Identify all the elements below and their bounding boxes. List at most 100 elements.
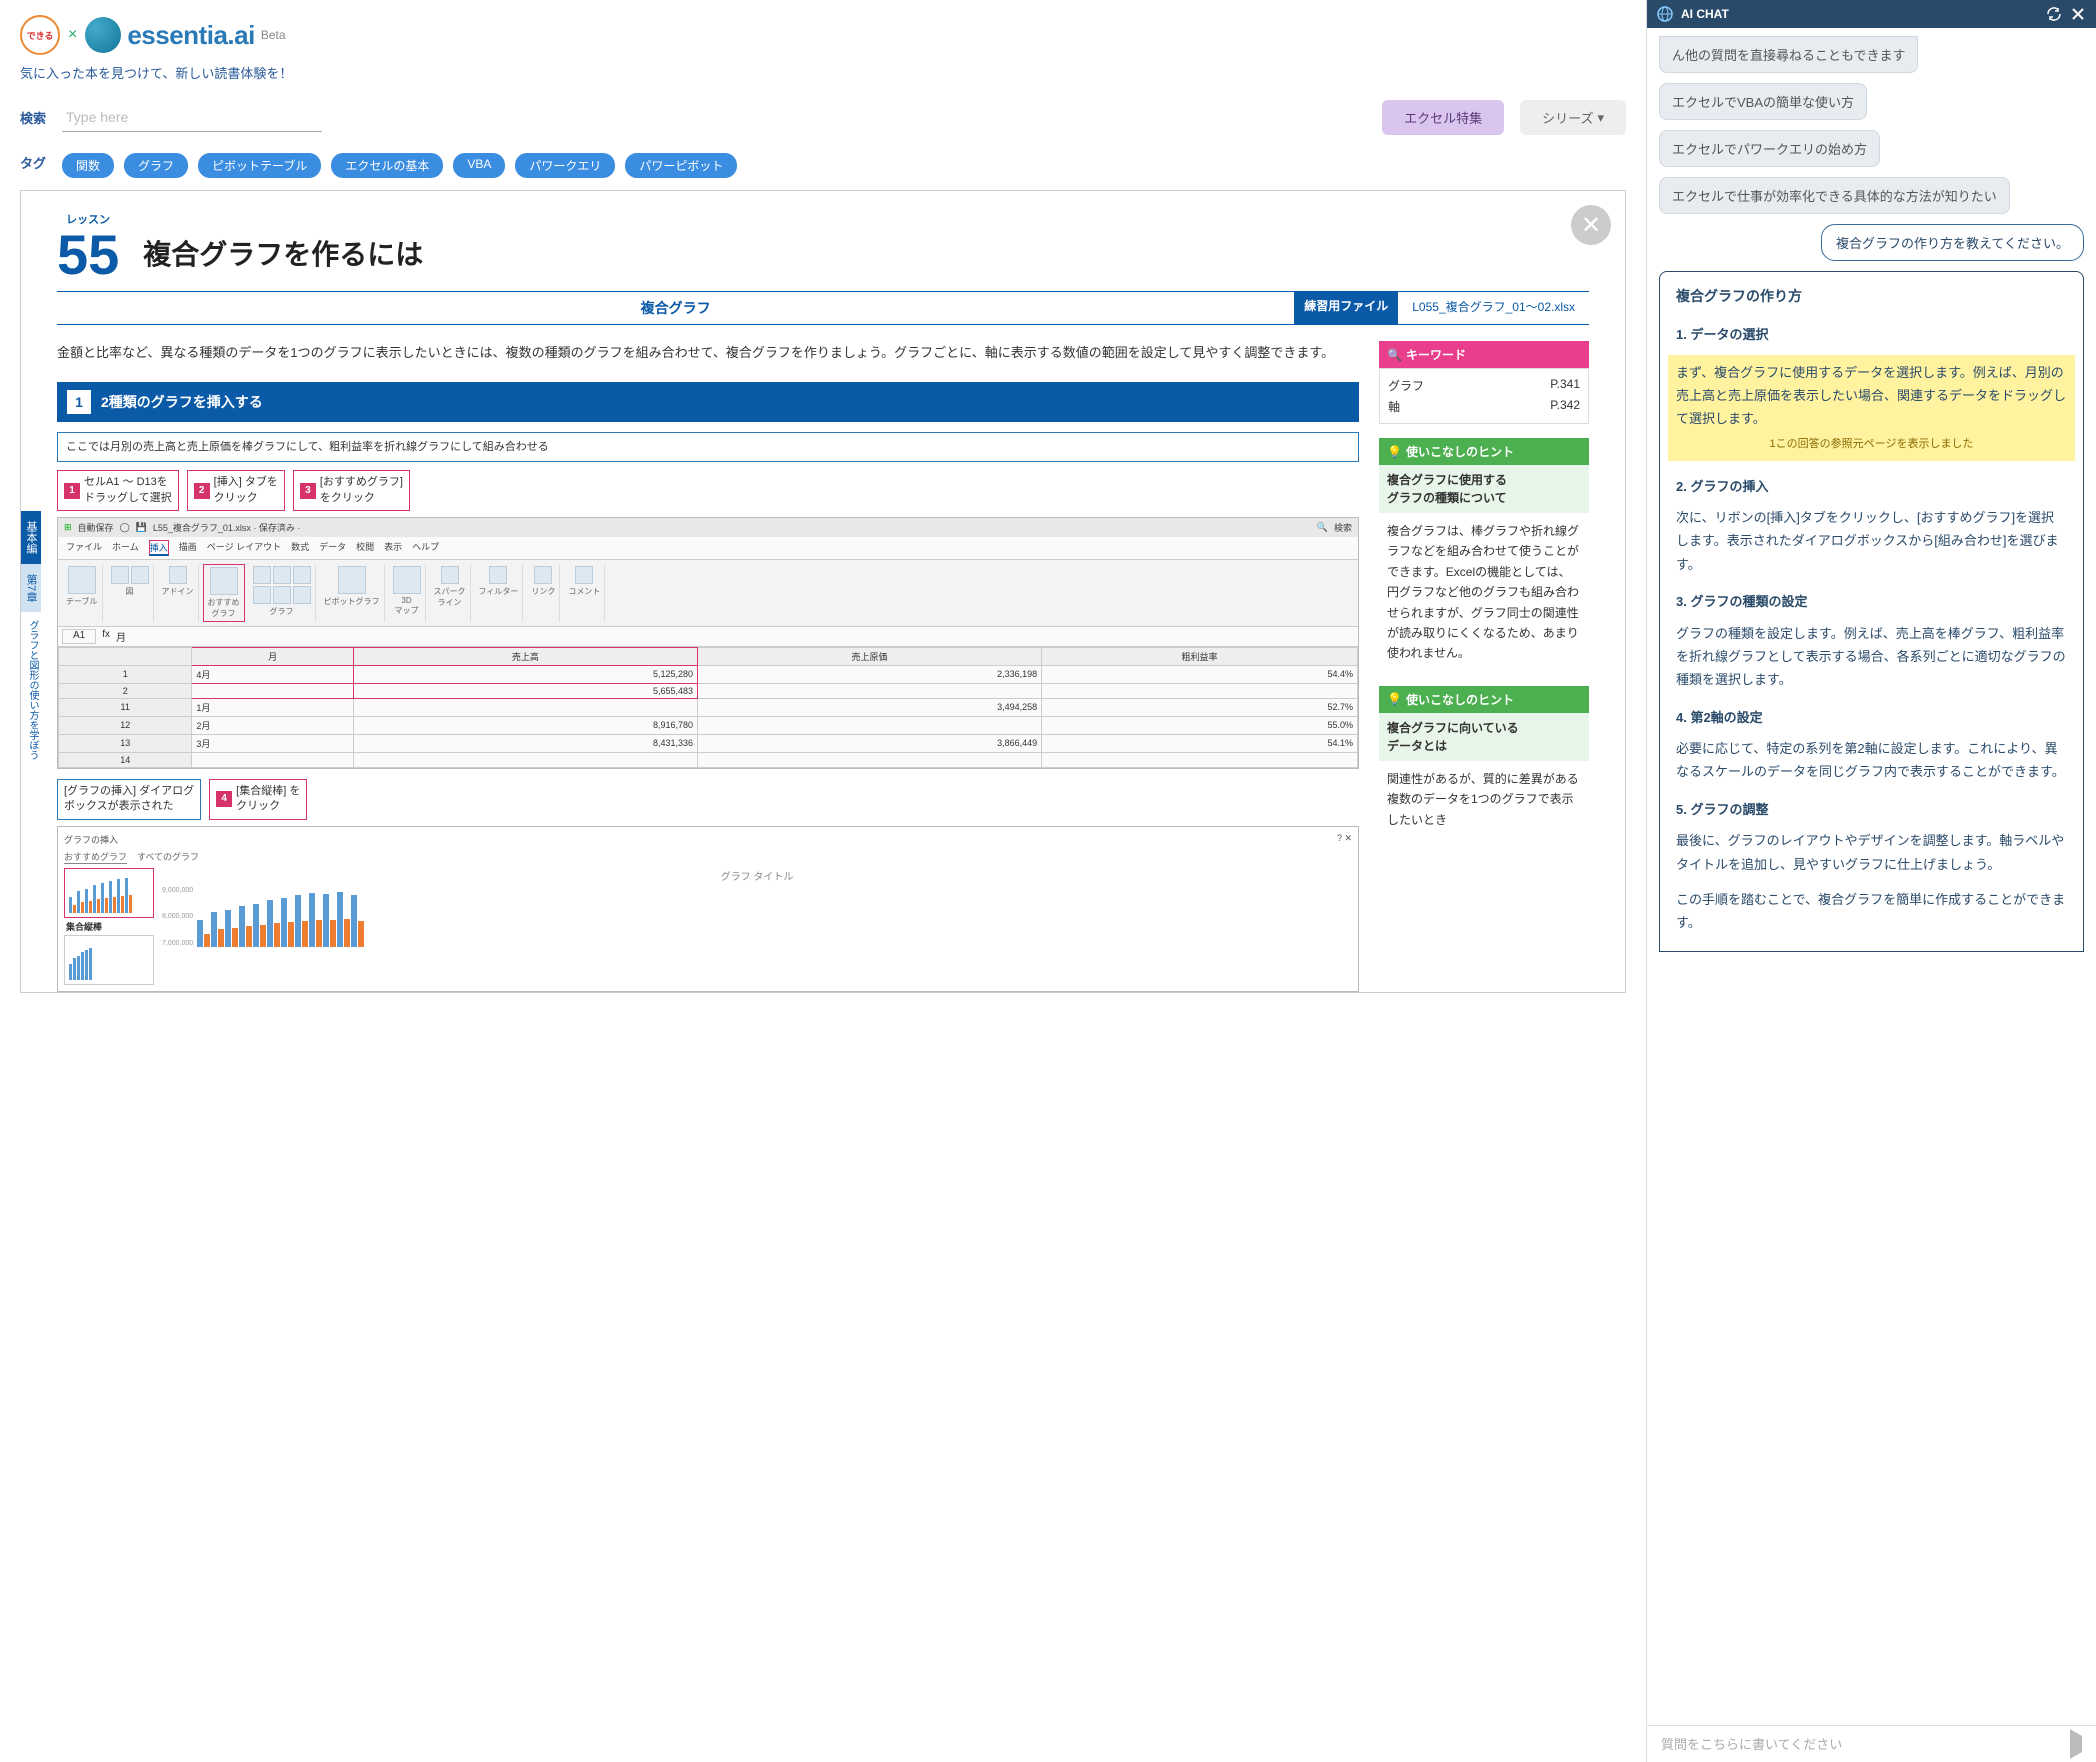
chat-suggestion[interactable]: エクセルで仕事が効率化できる具体的な方法が知りたい — [1659, 177, 2010, 214]
ribbon-tab[interactable]: 描画 — [179, 540, 197, 556]
col-header: 粗利益率 — [1042, 647, 1358, 665]
ribbon-tab[interactable]: 数式 — [291, 540, 309, 556]
essentia-globe-icon — [85, 17, 121, 53]
tag-item[interactable]: ピボットテーブル — [198, 153, 321, 178]
tag-list: 関数 グラフ ピボットテーブル エクセルの基本 VBA パワークエリ パワーピボ… — [62, 153, 737, 178]
action-row: [グラフの挿入] ダイアログ ボックスが表示された 4 [集合縦棒] を クリッ… — [57, 779, 1359, 820]
brand-logo[interactable]: essentia.ai Beta — [85, 17, 285, 53]
ribbon-tab[interactable]: 表示 — [384, 540, 402, 556]
chat-assistant-message: 複合グラフの作り方 1. データの選択 まず、複合グラフに使用するデータを選択し… — [1659, 271, 2084, 952]
dialog-close-icon[interactable]: ? ✕ — [1337, 833, 1352, 846]
lesson-bar: 複合グラフ 練習用ファイル L055_複合グラフ_01～02.xlsx — [57, 291, 1589, 325]
bar-chart-icon[interactable] — [253, 566, 271, 584]
search-input[interactable] — [62, 103, 322, 132]
ribbon-tab-insert[interactable]: 挿入 — [149, 540, 169, 556]
refresh-button[interactable] — [2046, 6, 2062, 22]
comment-icon[interactable] — [575, 566, 593, 584]
table-row: 133月8,431,3363,866,44954.1% — [59, 734, 1358, 752]
action-callout: 1 セルA1 ～ D13を ドラッグして選択 — [57, 470, 179, 511]
ribbon-tab[interactable]: ホーム — [112, 540, 139, 556]
dialog-tab[interactable]: すべてのグラフ — [137, 850, 199, 864]
pie-chart-icon[interactable] — [293, 566, 311, 584]
filter-icon[interactable] — [489, 566, 507, 584]
search-row: 検索 エクセル特集 シリーズ ▾ — [20, 100, 1626, 135]
shapes-icon[interactable] — [131, 566, 149, 584]
intro-paragraph: 金額と比率など、異なる種類のデータを1つのグラフに表示したいときには、複数の種類… — [57, 341, 1359, 366]
addin-icon[interactable] — [169, 566, 187, 584]
scatter-chart-icon[interactable] — [273, 586, 291, 604]
formula-bar: 月 — [116, 629, 126, 644]
action-callout: 4 [集合縦棒] を クリック — [209, 779, 307, 820]
key-icon: 🔍 — [1387, 348, 1402, 362]
hint-body: 複合グラフは、棒グラフや折れ線グラフなどを組み合わせて使うことができます。Exc… — [1379, 513, 1589, 672]
action-text: [集合縦棒] を クリック — [236, 784, 300, 815]
ribbon-tab[interactable]: データ — [319, 540, 346, 556]
ribbon-tab[interactable]: 校閲 — [356, 540, 374, 556]
excel-data-grid: 月 売上高 売上原価 粗利益率 14月5,125,2802,336,19854.… — [58, 647, 1358, 768]
area-chart-icon[interactable] — [253, 586, 271, 604]
step-number: 1 — [67, 390, 91, 414]
chart-preview-title: グラフ タイトル — [162, 868, 1352, 883]
chat-system-message: ん他の質問を直接尋ねることもできます — [1659, 36, 1918, 73]
action-text: [グラフの挿入] ダイアログ ボックスが表示された — [64, 784, 194, 815]
tag-item[interactable]: 関数 — [62, 153, 114, 178]
ribbon-group: 3D マップ — [389, 564, 426, 622]
step-note: ここでは月別の売上高と売上原価を棒グラフにして、粗利益率を折れ線グラフにして組み… — [57, 432, 1359, 463]
tag-item[interactable]: VBA — [453, 153, 505, 178]
practice-file-label: 練習用ファイル — [1294, 291, 1398, 325]
table-row: 14 — [59, 752, 1358, 767]
line-chart-icon[interactable] — [273, 566, 291, 584]
table-row: 25,655,483 — [59, 683, 1358, 698]
ribbon-tab[interactable]: ファイル — [66, 540, 102, 556]
reference-note[interactable]: 1この回答の参照元ページを表示しました — [1676, 435, 2067, 455]
tag-item[interactable]: グラフ — [124, 153, 188, 178]
excel-ribbon-tabs: ファイル ホーム 挿入 描画 ページ レイアウト 数式 データ 校閲 表示 ヘル… — [58, 537, 1358, 560]
chat-body[interactable]: ん他の質問を直接尋ねることもできます エクセルでVBAの簡単な使い方 エクセルで… — [1647, 28, 2096, 1725]
chat-input[interactable] — [1661, 1737, 2070, 1752]
answer-heading: 1. データの選択 — [1676, 323, 2067, 346]
picture-icon[interactable] — [111, 566, 129, 584]
chart-thumbnail[interactable] — [64, 868, 154, 918]
excel-titlebar: ⊞ 自動保存 ◯ 💾 L55_複合グラフ_01.xlsx · 保存済み · 🔍 … — [58, 518, 1358, 537]
step-title: 2種類のグラフを挿入する — [101, 392, 263, 412]
highlighted-block: まず、複合グラフに使用するデータを選択します。例えば、月別の売上高と売上原価を表… — [1668, 355, 2075, 461]
tag-item[interactable]: パワークエリ — [515, 153, 615, 178]
chat-suggestion[interactable]: エクセルでVBAの簡単な使い方 — [1659, 83, 1867, 120]
hint-box: 💡使いこなしのヒント 複合グラフに向いている データとは 関連性があるが、質的に… — [1379, 686, 1589, 838]
action-number: 1 — [64, 483, 80, 499]
map-3d-icon[interactable] — [393, 566, 421, 594]
chart-dialog-screenshot: グラフの挿入 ? ✕ おすすめグラフ すべてのグラフ — [57, 826, 1359, 992]
answer-heading: 2. グラフの挿入 — [1676, 475, 2067, 498]
tag-item[interactable]: パワーピボット — [625, 153, 737, 178]
close-chat-button[interactable] — [2070, 6, 2086, 22]
chart-thumbnail[interactable] — [64, 935, 154, 985]
map-chart-icon[interactable] — [293, 586, 311, 604]
featured-button[interactable]: エクセル特集 — [1382, 100, 1504, 135]
ribbon-tab[interactable]: ページ レイアウト — [207, 540, 281, 556]
globe-icon — [1657, 6, 1673, 22]
brand-name: essentia.ai — [127, 20, 254, 51]
send-button[interactable] — [2070, 1736, 2082, 1752]
action-number: 3 — [300, 483, 316, 499]
cell-reference: A1 — [62, 629, 96, 644]
fx-icon: fx — [102, 629, 110, 644]
doc-main-column: 金額と比率など、異なる種類のデータを1つのグラフに表示したいときには、複数の種類… — [57, 341, 1359, 992]
keyword-box: 🔍キーワード グラフP.341 軸P.342 — [1379, 341, 1589, 424]
dialog-tab[interactable]: おすすめグラフ — [64, 850, 127, 864]
excel-ribbon: テーブル 図 アドイン — [58, 560, 1358, 627]
ribbon-tab[interactable]: ヘルプ — [412, 540, 439, 556]
ribbon-recommended-charts[interactable]: おすすめ グラフ — [203, 564, 245, 622]
answer-title: 複合グラフの作り方 — [1676, 284, 2067, 309]
sparkline-icon[interactable] — [441, 566, 459, 584]
excel-screenshot: ⊞ 自動保存 ◯ 💾 L55_複合グラフ_01.xlsx · 保存済み · 🔍 … — [57, 517, 1359, 769]
link-icon[interactable] — [534, 566, 552, 584]
chat-suggestion[interactable]: エクセルでパワークエリの始め方 — [1659, 130, 1880, 167]
col-header — [59, 647, 192, 665]
tag-label: タグ — [20, 153, 46, 172]
table-icon[interactable] — [68, 566, 96, 594]
tag-item[interactable]: エクセルの基本 — [331, 153, 443, 178]
pivot-chart-icon[interactable] — [338, 566, 366, 594]
chat-user-message: 複合グラフの作り方を教えてください。 — [1821, 224, 2084, 261]
thumb-label: 集合縦棒 — [64, 918, 154, 935]
series-dropdown[interactable]: シリーズ ▾ — [1520, 100, 1626, 135]
